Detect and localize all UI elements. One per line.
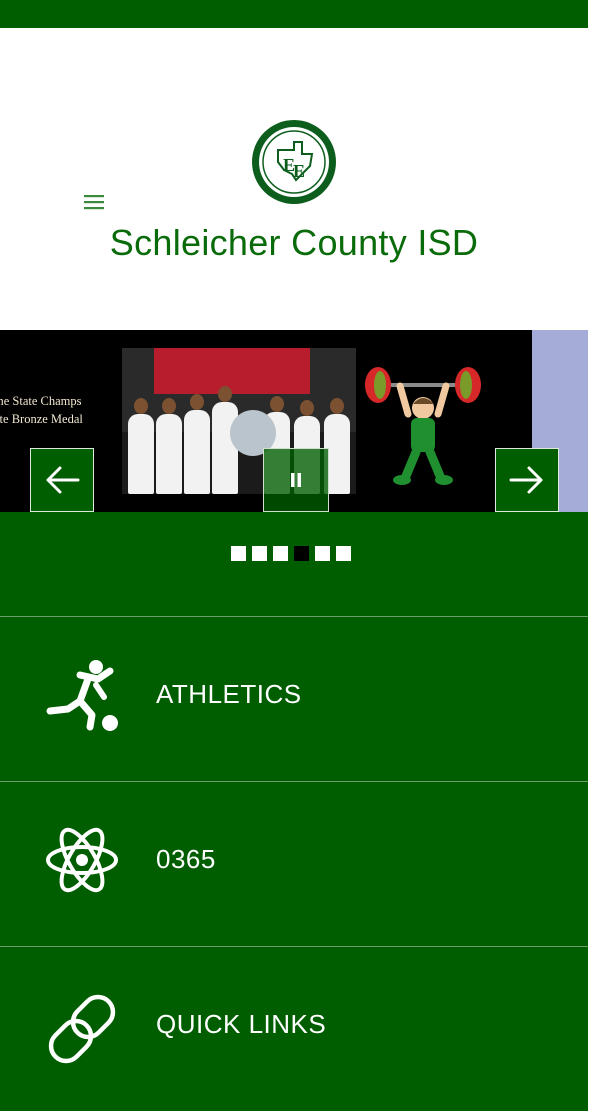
slider-dot-1[interactable] bbox=[231, 546, 246, 561]
tile-o365[interactable]: 0365 bbox=[0, 781, 588, 946]
pause-icon bbox=[291, 473, 301, 487]
slide-weightlifter-graphic bbox=[356, 356, 490, 494]
slider-pager bbox=[231, 546, 351, 562]
tile-label: 0365 bbox=[156, 844, 216, 874]
slider-dot-3[interactable] bbox=[273, 546, 288, 561]
district-seal-icon: E E bbox=[252, 120, 336, 204]
slider-dot-6[interactable] bbox=[336, 546, 351, 561]
top-bar bbox=[0, 0, 588, 28]
arrow-right-icon bbox=[509, 466, 543, 494]
tile-quick-links[interactable]: QUICK LINKS bbox=[0, 946, 588, 1111]
page-edge bbox=[588, 0, 600, 1065]
district-seal-logo[interactable]: E E bbox=[250, 118, 338, 206]
tile-label: QUICK LINKS bbox=[156, 1009, 327, 1039]
slider-pager-bar bbox=[0, 512, 588, 616]
slider-dot-2[interactable] bbox=[252, 546, 267, 561]
hamburger-icon bbox=[83, 192, 105, 217]
runner-soccer-icon bbox=[44, 657, 120, 733]
photo-person bbox=[128, 398, 154, 494]
menu-button[interactable] bbox=[80, 190, 108, 218]
slider-dot-4-active[interactable] bbox=[294, 546, 309, 561]
photo-person bbox=[184, 394, 210, 494]
tile-athletics[interactable]: ATHLETICS bbox=[0, 616, 588, 781]
arrow-left-icon bbox=[46, 466, 80, 494]
photo-person bbox=[156, 398, 182, 494]
slide-caption-line-1: me State Champs bbox=[0, 394, 82, 408]
photo-person bbox=[212, 386, 238, 494]
slider-dot-5[interactable] bbox=[315, 546, 330, 561]
slide-caption-line-2: ate Bronze Medal bbox=[0, 412, 83, 426]
svg-text:E: E bbox=[293, 161, 305, 181]
slide-caption: me State Champs ate Bronze Medal bbox=[0, 392, 114, 428]
tile-label: ATHLETICS bbox=[156, 679, 302, 709]
site-title[interactable]: Schleicher County ISD bbox=[0, 222, 588, 264]
photo-banner bbox=[154, 348, 310, 394]
link-icon bbox=[44, 991, 120, 1067]
slider-prev-button[interactable] bbox=[30, 448, 94, 512]
atom-icon bbox=[44, 822, 120, 898]
slider-pause-button[interactable] bbox=[263, 448, 329, 512]
slider-next-button[interactable] bbox=[495, 448, 559, 512]
